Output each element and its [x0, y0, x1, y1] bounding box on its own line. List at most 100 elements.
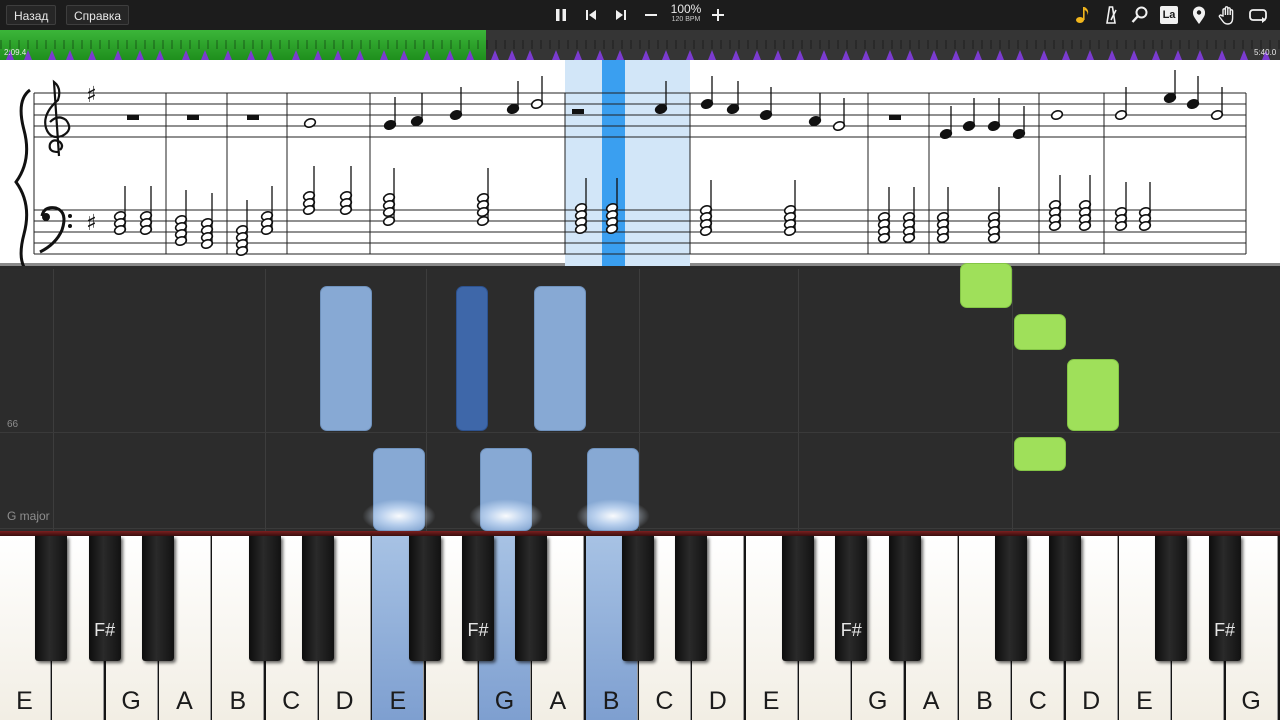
current-measure-highlight — [565, 60, 690, 266]
black-key-label: F# — [94, 620, 116, 640]
timeline-marker — [201, 50, 209, 60]
top-toolbar: Назад Справка 100% 120 BPM La — [0, 0, 1280, 30]
loop-button[interactable] — [1247, 4, 1269, 26]
timeline-marker — [380, 50, 388, 60]
timeline-marker — [796, 50, 804, 60]
black-key[interactable] — [141, 536, 174, 661]
hand-mode-button[interactable] — [1217, 4, 1239, 26]
timeline-marker — [1016, 50, 1024, 60]
black-key[interactable] — [515, 536, 548, 661]
timeline-marker — [753, 50, 761, 60]
black-key[interactable]: F# — [835, 536, 868, 661]
black-key[interactable] — [888, 536, 921, 661]
piano-keyboard[interactable]: E G A B C D E G A B C D E G A B C D E G F# F# F# F# — [0, 531, 1280, 720]
note-button[interactable] — [1071, 4, 1093, 26]
black-key[interactable] — [675, 536, 708, 661]
search-button[interactable] — [1129, 4, 1151, 26]
bass-key-signature: ♯ — [86, 211, 97, 236]
white-key-label: B — [976, 687, 993, 715]
minus-icon — [645, 14, 657, 16]
timeline-marker — [400, 50, 408, 60]
timeline-marker — [596, 50, 604, 60]
grand-staff-brace — [14, 88, 31, 266]
white-key-label: D — [335, 687, 354, 715]
total-time: 5:40.0 — [1254, 48, 1277, 57]
back-button[interactable]: Назад — [6, 5, 57, 25]
white-key-label: B — [229, 687, 247, 715]
black-key[interactable] — [1155, 536, 1188, 661]
black-key[interactable] — [408, 536, 441, 661]
key-signature-label: G major — [7, 509, 50, 523]
timeline-marker — [930, 50, 938, 60]
timeline-marker — [906, 50, 914, 60]
black-key[interactable] — [35, 536, 68, 661]
timeline-marker — [996, 50, 1004, 60]
falling-note — [320, 286, 372, 431]
upcoming-note — [1014, 314, 1066, 350]
timeline-marker — [224, 50, 232, 60]
label-mode-button[interactable]: La — [1158, 4, 1180, 26]
black-key[interactable] — [995, 536, 1028, 661]
black-key[interactable]: F# — [1208, 536, 1241, 661]
piano-tutorial-app: Назад Справка 100% 120 BPM La 2:09.4 5:4… — [0, 0, 1280, 720]
pause-button[interactable] — [550, 5, 572, 25]
timeline-marker — [491, 50, 499, 60]
white-key-label: A — [176, 687, 193, 715]
timeline-marker — [1240, 50, 1248, 60]
tempo-display: 100% 120 BPM — [668, 3, 704, 24]
black-key[interactable]: F# — [461, 536, 494, 661]
pause-icon — [556, 9, 566, 21]
black-key[interactable] — [621, 536, 654, 661]
timeline-marker — [156, 50, 164, 60]
timeline-marker — [862, 50, 870, 60]
white-key-label: C — [282, 687, 301, 715]
sheet-music-canvas: ♯ ♯ — [14, 60, 1247, 266]
white-key-label: A — [922, 687, 940, 715]
black-key[interactable]: F# — [88, 536, 121, 661]
slow-down-button[interactable] — [640, 5, 662, 25]
plus-icon — [712, 9, 724, 21]
white-key-label: C — [1028, 687, 1047, 715]
marker-button[interactable] — [1188, 4, 1210, 26]
elapsed-time: 2:09.4 — [4, 48, 27, 57]
help-button[interactable]: Справка — [66, 5, 130, 25]
white-key-label: C — [655, 687, 674, 715]
sheet-music[interactable]: ♯ ♯ — [0, 60, 1280, 266]
white-key-label: B — [602, 687, 620, 715]
pitch-tick-label: 66 — [7, 419, 19, 430]
key-hit-glow — [362, 499, 436, 533]
timeline-marker — [574, 50, 582, 60]
timeline-marker — [466, 50, 474, 60]
white-key-label: E — [389, 687, 407, 715]
note-icon — [1076, 7, 1089, 23]
timeline-marker — [1130, 50, 1138, 60]
bass-clef — [39, 206, 72, 254]
white-key-label: G — [121, 687, 141, 715]
magnifier-icon — [1131, 6, 1148, 23]
timeline-marker — [423, 50, 431, 60]
timeline-marker — [1062, 50, 1070, 60]
black-key-label: F# — [840, 620, 862, 640]
timeline-marker — [247, 50, 255, 60]
song-timeline[interactable]: 2:09.4 5:40.0 — [0, 30, 1280, 60]
white-key-label: E — [16, 687, 33, 715]
timeline-marker — [552, 50, 560, 60]
black-key[interactable] — [248, 536, 281, 661]
timeline-marker — [732, 50, 740, 60]
tempo-bpm: 120 BPM — [671, 16, 701, 23]
black-key[interactable] — [1048, 536, 1081, 661]
speed-up-button[interactable] — [707, 5, 729, 25]
black-key[interactable] — [301, 536, 334, 661]
timeline-marker — [1086, 50, 1094, 60]
timeline-marker — [662, 50, 670, 60]
hand-icon — [1218, 6, 1234, 25]
metronome-button[interactable] — [1100, 4, 1122, 26]
timeline-markers — [6, 50, 1270, 60]
timeline-marker — [1040, 50, 1048, 60]
timeline-marker — [952, 50, 960, 60]
timeline-marker — [182, 50, 190, 60]
black-key[interactable] — [781, 536, 814, 661]
timeline-marker — [1218, 50, 1226, 60]
next-button[interactable] — [610, 5, 632, 25]
previous-button[interactable] — [580, 5, 602, 25]
